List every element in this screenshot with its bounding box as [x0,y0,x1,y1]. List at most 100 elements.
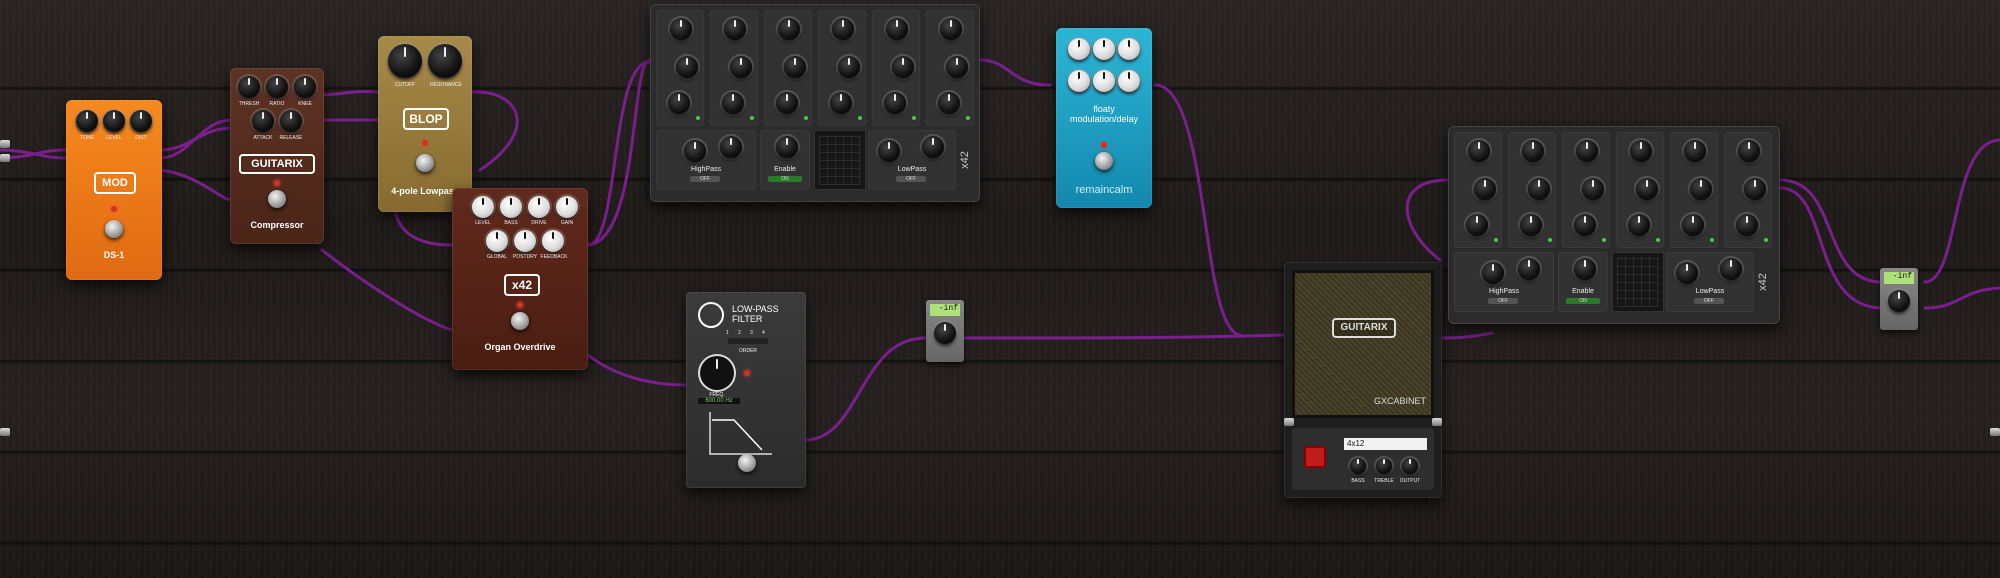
bypass-footswitch[interactable] [105,220,123,238]
lowpass-toggle[interactable]: OFF [896,176,926,182]
treble-knob[interactable] [1376,458,1392,474]
eq-knob[interactable] [724,18,746,40]
eq-knob[interactable] [670,18,692,40]
gain-knob[interactable] [556,196,578,218]
guitarix-compressor-pedal[interactable]: THRESH RATIO KNEE ATTACK RELEASE GUITARI… [230,68,324,244]
output-jack[interactable] [1990,428,2000,436]
cabinet-jack[interactable] [1432,418,1442,426]
band-enable-led[interactable] [966,116,970,120]
bypass-footswitch[interactable] [738,454,756,472]
cutoff-knob[interactable] [388,44,422,78]
eq-knob[interactable] [838,56,860,78]
input-jack[interactable] [0,140,10,148]
level-meter[interactable]: -inf [1880,268,1918,330]
eq-knob[interactable] [776,92,798,114]
highpass-toggle[interactable]: OFF [1488,298,1518,304]
floaty-knob[interactable] [1118,38,1140,60]
feedback-knob[interactable] [542,230,564,252]
eq-knob[interactable] [1690,178,1712,200]
order-selector[interactable] [728,338,768,344]
level-meter[interactable]: -inf [926,300,964,362]
eq-knob[interactable] [1582,178,1604,200]
lowpass-freq-knob[interactable] [1676,262,1698,284]
highpass-toggle[interactable]: OFF [690,176,720,182]
level-knob[interactable] [103,110,125,132]
band-enable-led[interactable] [1494,238,1498,242]
highpass-freq-knob[interactable] [1482,262,1504,284]
eq-knob[interactable] [1468,140,1490,162]
eq-knob[interactable] [1576,140,1598,162]
gain-knob[interactable] [1888,290,1910,312]
eq-knob[interactable] [730,56,752,78]
band-enable-led[interactable] [1764,238,1768,242]
floaty-knob[interactable] [1068,38,1090,60]
x42-eq-unit-top[interactable]: HighPass Enable LowPass OFF ON OFF x42 [650,4,980,202]
bass-knob[interactable] [500,196,522,218]
enable-gain-knob[interactable] [1574,258,1596,280]
eq-knob[interactable] [676,56,698,78]
bypass-footswitch[interactable] [1095,152,1113,170]
eq-knob[interactable] [1466,214,1488,236]
resonance-knob[interactable] [428,44,462,78]
input-jack[interactable] [0,154,10,162]
floaty-knob[interactable] [1093,38,1115,60]
band-enable-led[interactable] [912,116,916,120]
eq-knob[interactable] [938,92,960,114]
floaty-knob[interactable] [1118,70,1140,92]
band-enable-led[interactable] [1602,238,1606,242]
eq-knob[interactable] [1636,178,1658,200]
drive-knob[interactable] [528,196,550,218]
enable-toggle[interactable]: ON [768,176,802,182]
floaty-knob[interactable] [1093,70,1115,92]
ratio-knob[interactable] [266,76,288,98]
band-enable-led[interactable] [696,116,700,120]
freq-knob[interactable] [700,356,734,390]
band-enable-led[interactable] [1656,238,1660,242]
postdry-knob[interactable] [514,230,536,252]
eq-knob[interactable] [892,56,914,78]
eq-knob[interactable] [830,92,852,114]
dist-knob[interactable] [130,110,152,132]
eq-knob[interactable] [1744,178,1766,200]
eq-knob[interactable] [778,18,800,40]
bypass-footswitch[interactable] [416,154,434,172]
lowpass-filter-unit[interactable]: LOW-PASS FILTER 1 2 3 4 ORDER FREQ. 600.… [686,292,806,488]
band-enable-led[interactable] [1710,238,1714,242]
power-switch[interactable] [1304,446,1326,468]
organ-overdrive-pedal[interactable]: LEVEL BASS DRIVE GAIN GLOBAL POSTDRY FEE… [452,188,588,370]
eq-knob[interactable] [1574,214,1596,236]
eq-knob[interactable] [1738,140,1760,162]
tone-knob[interactable] [76,110,98,132]
eq-knob[interactable] [784,56,806,78]
lowpass-q-knob[interactable] [922,136,944,158]
eq-knob[interactable] [1528,178,1550,200]
thresh-knob[interactable] [238,76,260,98]
bypass-footswitch[interactable] [268,190,286,208]
cabinet-jack[interactable] [1284,418,1294,426]
eq-knob[interactable] [1682,214,1704,236]
mod-ds1-pedal[interactable]: TONE LEVEL DIST MOD DS-1 [66,100,162,280]
band-enable-led[interactable] [858,116,862,120]
band-enable-led[interactable] [1548,238,1552,242]
highpass-q-knob[interactable] [720,136,742,158]
attack-knob[interactable] [252,110,274,132]
eq-knob[interactable] [1520,214,1542,236]
eq-knob[interactable] [886,18,908,40]
cabinet-model-field[interactable]: 4x12 [1344,438,1427,450]
floaty-delay-pedal[interactable]: floaty modulation/delay remaincalm [1056,28,1152,208]
global-knob[interactable] [486,230,508,252]
eq-knob[interactable] [1522,140,1544,162]
eq-knob[interactable] [1684,140,1706,162]
release-knob[interactable] [280,110,302,132]
gxcabinet-unit[interactable]: GUITARIX GXCABINET 4x12 BASS TREBLE OUTP… [1284,262,1442,498]
eq-knob[interactable] [946,56,968,78]
band-enable-led[interactable] [750,116,754,120]
lowpass-q-knob[interactable] [1720,258,1742,280]
eq-knob[interactable] [1630,140,1652,162]
enable-toggle[interactable]: ON [1566,298,1600,304]
bass-knob[interactable] [1350,458,1366,474]
eq-knob[interactable] [668,92,690,114]
highpass-freq-knob[interactable] [684,140,706,162]
eq-knob[interactable] [1628,214,1650,236]
input-jack[interactable] [0,428,10,436]
